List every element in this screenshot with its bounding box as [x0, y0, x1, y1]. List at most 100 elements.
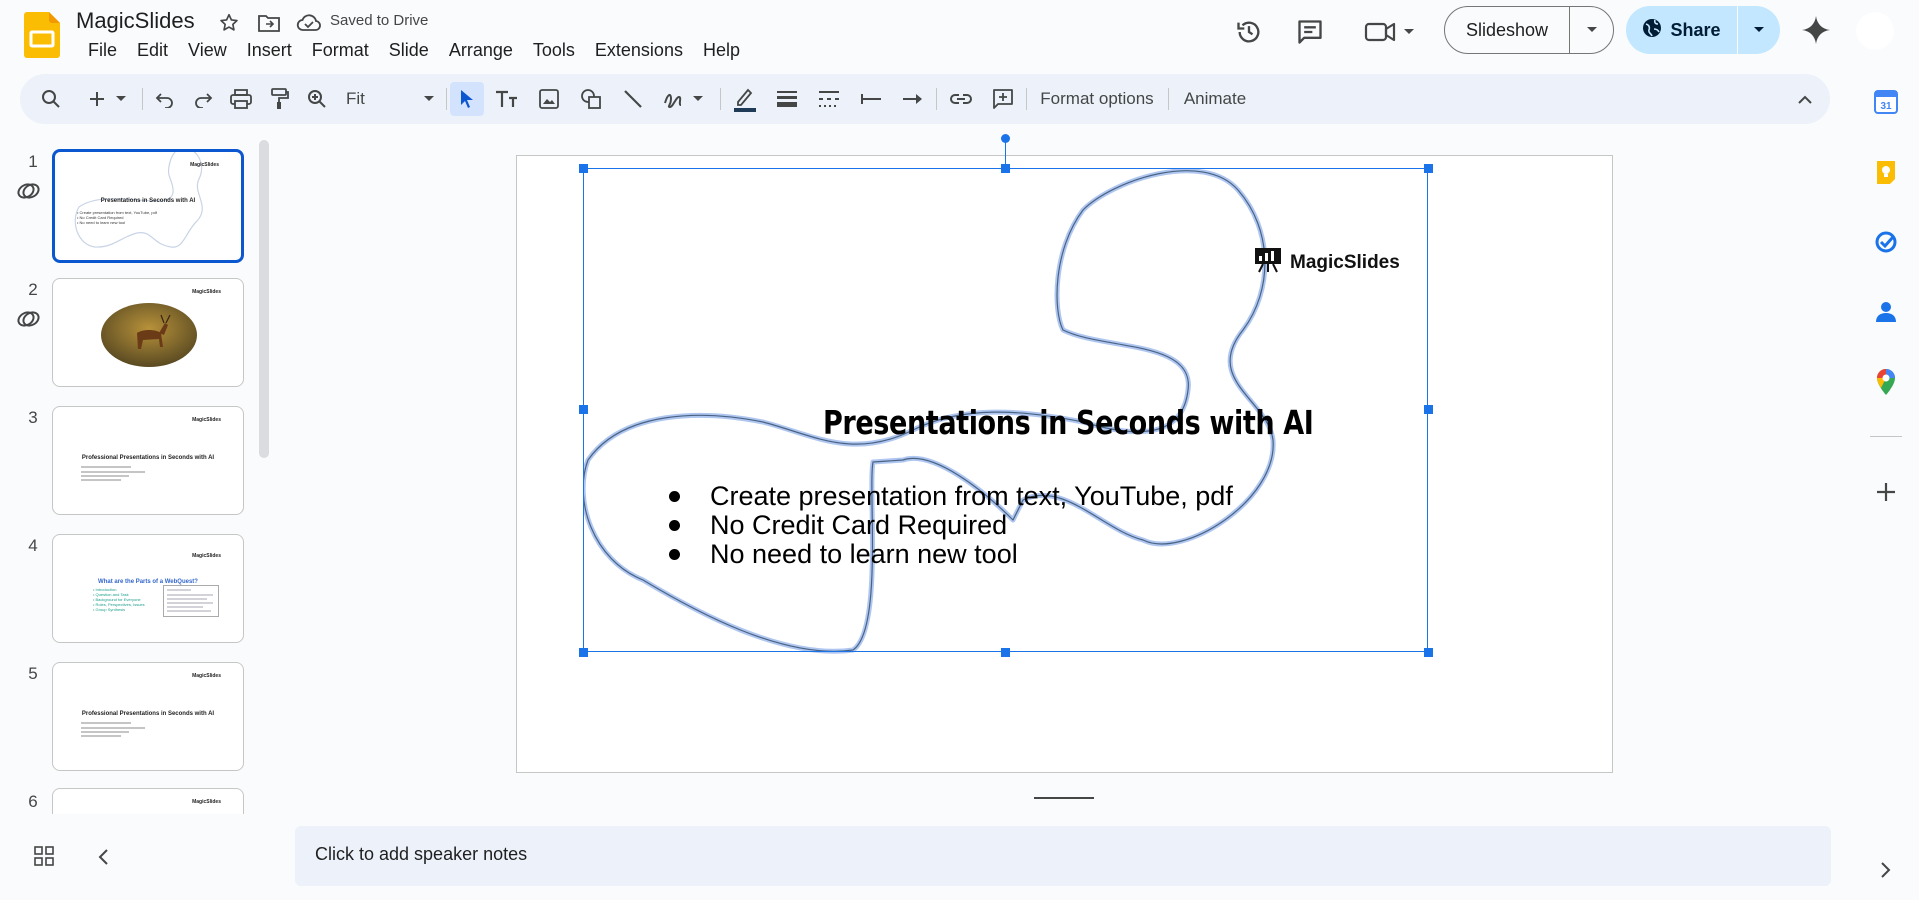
slideshow-dropdown-chevron-icon[interactable] [1570, 7, 1613, 53]
image-icon[interactable] [532, 82, 566, 116]
globe-icon [1642, 18, 1662, 43]
contacts-icon[interactable] [1866, 292, 1906, 332]
slides-app-logo-icon[interactable] [24, 12, 60, 58]
resize-handle-sw[interactable] [579, 648, 588, 657]
avatar[interactable] [1856, 12, 1894, 50]
slide-1-title: Presentations in Seconds with AI [100, 198, 196, 204]
slide-number-5: 5 [28, 664, 38, 683]
cloud-saved-icon[interactable] [296, 10, 322, 36]
slide-number-4: 4 [28, 536, 38, 555]
share-button[interactable]: Share [1626, 6, 1780, 54]
plus-icon [88, 90, 106, 108]
gemini-icon[interactable] [1798, 12, 1834, 48]
move-to-folder-icon[interactable] [256, 10, 282, 36]
menu-tools[interactable]: Tools [523, 38, 585, 63]
menu-insert[interactable]: Insert [237, 38, 302, 63]
comments-icon[interactable] [1290, 12, 1330, 52]
undo-icon[interactable] [148, 82, 182, 116]
slideshow-button[interactable]: Slideshow [1444, 6, 1614, 54]
collapse-filmstrip-chevron-left-icon[interactable] [98, 849, 108, 870]
speaker-notes[interactable]: Click to add speaker notes [295, 826, 1831, 886]
menu-bar: File Edit View Insert Format Slide Arran… [78, 38, 750, 63]
speaker-notes-placeholder: Click to add speaker notes [315, 844, 528, 864]
menu-edit[interactable]: Edit [127, 38, 178, 63]
rotate-handle[interactable] [1001, 134, 1010, 143]
slide-thumbnail-6[interactable]: MagicSlides [52, 788, 244, 814]
collapse-toolbar-chevron-up-icon[interactable] [1788, 82, 1822, 116]
tasks-icon[interactable] [1866, 222, 1906, 262]
border-weight-icon[interactable] [770, 82, 804, 116]
slideshow-label[interactable]: Slideshow [1445, 7, 1570, 53]
toolbar: Fit Format options Animate [20, 74, 1830, 124]
scribble-dropdown-chevron-icon[interactable] [693, 96, 703, 102]
resize-handle-e[interactable] [1424, 405, 1433, 414]
shape-icon[interactable] [574, 82, 608, 116]
slide-thumbnail-3[interactable]: MagicSlides Professional Presentations i… [52, 406, 244, 515]
cursor-icon[interactable] [450, 82, 484, 116]
menu-view[interactable]: View [178, 38, 237, 63]
scribble-icon [663, 89, 685, 109]
grid-view-icon[interactable] [34, 846, 54, 871]
share-label: Share [1670, 19, 1721, 40]
notes-resize-handle[interactable] [1034, 797, 1094, 799]
zoom-icon[interactable] [300, 82, 334, 116]
calendar-icon[interactable]: 31 [1866, 82, 1906, 122]
menu-slide[interactable]: Slide [379, 38, 439, 63]
slide-thumbnail-2[interactable]: MagicSlides [52, 278, 244, 387]
slide-1-bullets: • Create presentation from text, YouTube… [77, 210, 157, 225]
menu-arrange[interactable]: Arrange [439, 38, 523, 63]
get-add-ons-plus-icon[interactable] [1866, 472, 1906, 512]
deer-photo-image [101, 303, 197, 367]
resize-handle-ne[interactable] [1424, 164, 1433, 173]
keep-icon[interactable] [1866, 152, 1906, 192]
selection-bounding-box [583, 168, 1428, 652]
slide-thumbnail-5[interactable]: MagicSlides Professional Presentations i… [52, 662, 244, 771]
slide-number-3: 3 [28, 408, 38, 427]
link-icon[interactable] [944, 82, 978, 116]
menu-format[interactable]: Format [302, 38, 379, 63]
share-dropdown-chevron-icon[interactable] [1738, 6, 1780, 54]
save-status: Saved to Drive [330, 12, 429, 29]
textbox-icon[interactable] [490, 82, 524, 116]
zoom-select[interactable]: Fit [340, 82, 440, 116]
animate-button[interactable]: Animate [1174, 82, 1256, 116]
menu-extensions[interactable]: Extensions [585, 38, 693, 63]
slide-1-brand: MagicSlides [190, 162, 219, 168]
filmstrip-scrollbar[interactable] [259, 140, 269, 458]
meet-icon[interactable] [1360, 12, 1420, 52]
slide-number-2: 2 [28, 280, 38, 299]
print-icon[interactable] [224, 82, 258, 116]
border-color-icon[interactable] [728, 82, 762, 116]
paint-format-icon[interactable] [262, 82, 296, 116]
border-dash-icon[interactable] [812, 82, 846, 116]
format-options-button[interactable]: Format options [1032, 82, 1162, 116]
add-comment-icon[interactable] [986, 82, 1020, 116]
slide-number-1: 1 [28, 152, 38, 171]
hide-side-panel-chevron-right-icon[interactable] [1866, 850, 1906, 890]
line-end-icon[interactable] [896, 82, 930, 116]
maps-icon[interactable] [1866, 362, 1906, 402]
resize-handle-s[interactable] [1001, 648, 1010, 657]
svg-text:31: 31 [1880, 101, 1892, 112]
slide-number-6: 6 [28, 792, 38, 811]
new-slide-button[interactable] [80, 82, 134, 116]
resize-handle-w[interactable] [579, 405, 588, 414]
redo-icon[interactable] [186, 82, 220, 116]
linked-object-icon [16, 308, 42, 334]
document-title[interactable]: MagicSlides [76, 8, 195, 34]
version-history-icon[interactable] [1229, 12, 1269, 52]
new-slide-dropdown-chevron-icon[interactable] [116, 96, 126, 102]
line-icon[interactable] [616, 82, 650, 116]
slide-thumbnail-1[interactable]: MagicSlides Presentations in Seconds wit… [52, 149, 244, 263]
slide-thumbnail-4[interactable]: MagicSlides What are the Parts of a WebQ… [52, 534, 244, 643]
resize-handle-nw[interactable] [579, 164, 588, 173]
line-start-icon[interactable] [854, 82, 888, 116]
search-icon[interactable] [34, 82, 68, 116]
resize-handle-n[interactable] [1001, 164, 1010, 173]
scribble-tool[interactable] [654, 82, 712, 116]
menu-file[interactable]: File [78, 38, 127, 63]
star-icon[interactable] [216, 10, 242, 36]
linked-object-icon [16, 180, 42, 206]
resize-handle-se[interactable] [1424, 648, 1433, 657]
menu-help[interactable]: Help [693, 38, 750, 63]
